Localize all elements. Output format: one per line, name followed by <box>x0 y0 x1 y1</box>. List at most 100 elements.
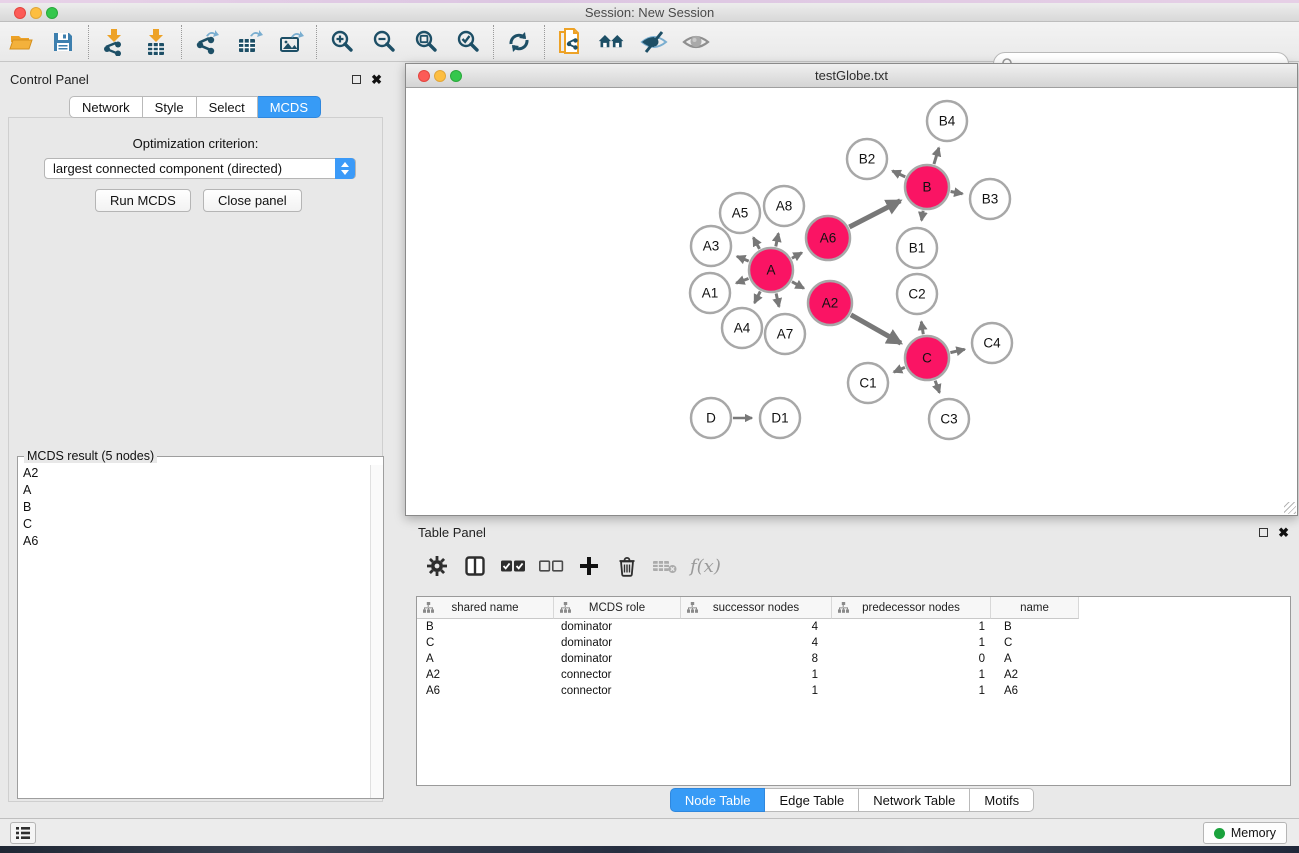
node-D1[interactable]: D1 <box>760 398 800 438</box>
zoom-out-icon[interactable] <box>369 27 399 57</box>
node-A8[interactable]: A8 <box>764 186 804 226</box>
edge-A-A6[interactable] <box>792 253 802 259</box>
export-table-icon[interactable] <box>234 27 264 57</box>
edge-A2-C[interactable] <box>851 315 901 343</box>
node-A5[interactable]: A5 <box>720 193 760 233</box>
export-network-icon[interactable] <box>192 27 222 57</box>
edge-C-C1[interactable] <box>894 367 905 372</box>
node-A6[interactable]: A6 <box>806 216 850 260</box>
close-panel-button[interactable]: Close panel <box>203 189 302 212</box>
tab-mcds[interactable]: MCDS <box>258 96 321 118</box>
edge-A-A1[interactable] <box>736 278 748 283</box>
edge-A-A3[interactable] <box>737 256 749 261</box>
zoom-selected-icon[interactable] <box>453 27 483 57</box>
node-A4[interactable]: A4 <box>722 308 762 348</box>
save-session-icon[interactable] <box>48 27 78 57</box>
result-item[interactable]: C <box>18 516 370 533</box>
node-B3[interactable]: B3 <box>970 179 1010 219</box>
column-header-name[interactable]: name <box>991 597 1079 619</box>
node-C1[interactable]: C1 <box>848 363 888 403</box>
import-table-icon[interactable] <box>141 27 171 57</box>
result-scrollbar[interactable] <box>370 465 383 798</box>
close-window-button[interactable] <box>14 7 26 19</box>
node-A2[interactable]: A2 <box>808 281 852 325</box>
select-all-columns-icon[interactable] <box>498 551 528 581</box>
node-A3[interactable]: A3 <box>691 226 731 266</box>
node-B2[interactable]: B2 <box>847 139 887 179</box>
node-C[interactable]: C <box>905 336 949 380</box>
open-session-icon[interactable] <box>6 27 36 57</box>
tab-motifs[interactable]: Motifs <box>970 788 1034 812</box>
edge-A-A5[interactable] <box>753 238 759 249</box>
column-header-predecessor-nodes[interactable]: predecessor nodes <box>832 597 991 619</box>
node-B1[interactable]: B1 <box>897 228 937 268</box>
edge-C-C4[interactable] <box>950 349 964 352</box>
birdseye-view-icon[interactable] <box>681 27 711 57</box>
tab-select[interactable]: Select <box>197 96 258 118</box>
table-row[interactable]: Cdominator41C <box>417 635 1290 651</box>
node-B[interactable]: B <box>905 165 949 209</box>
apply-layout-icon[interactable] <box>504 27 534 57</box>
tab-node-table[interactable]: Node Table <box>670 788 766 812</box>
edge-A-A4[interactable] <box>755 291 761 302</box>
import-network-icon[interactable] <box>99 27 129 57</box>
memory-button[interactable]: Memory <box>1203 822 1287 844</box>
network-home-icon[interactable] <box>597 27 627 57</box>
edge-A-A8[interactable] <box>776 233 779 246</box>
result-item[interactable]: B <box>18 499 370 516</box>
table-row[interactable]: A2connector11A2 <box>417 667 1290 683</box>
edge-B-B4[interactable] <box>934 148 939 164</box>
run-mcds-button[interactable]: Run MCDS <box>95 189 191 212</box>
close-network-button[interactable] <box>418 70 430 82</box>
zoom-window-button[interactable] <box>46 7 58 19</box>
edge-B-B2[interactable] <box>892 171 905 177</box>
node-D[interactable]: D <box>691 398 731 438</box>
table-row[interactable]: A6connector11A6 <box>417 683 1290 699</box>
node-A[interactable]: A <box>749 248 793 292</box>
unselect-all-columns-icon[interactable] <box>536 551 566 581</box>
node-B4[interactable]: B4 <box>927 101 967 141</box>
edge-A-A7[interactable] <box>776 293 779 306</box>
zoom-fit-icon[interactable] <box>411 27 441 57</box>
minimize-network-button[interactable] <box>434 70 446 82</box>
float-panel-icon[interactable] <box>352 75 361 84</box>
result-item[interactable]: A <box>18 482 370 499</box>
node-A1[interactable]: A1 <box>690 273 730 313</box>
create-column-icon[interactable] <box>574 551 604 581</box>
edge-B-B3[interactable] <box>951 191 963 193</box>
network-window-titlebar[interactable]: testGlobe.txt <box>406 64 1297 88</box>
edge-A-A2[interactable] <box>792 282 804 289</box>
edge-C-C2[interactable] <box>921 322 923 335</box>
column-header-shared-name[interactable]: shared name <box>417 597 554 619</box>
hide-graphics-details-icon[interactable] <box>639 27 669 57</box>
node-A7[interactable]: A7 <box>765 314 805 354</box>
task-history-button[interactable] <box>10 822 36 844</box>
column-header-MCDS-role[interactable]: MCDS role <box>554 597 681 619</box>
result-item[interactable]: A6 <box>18 533 370 550</box>
table-row[interactable]: Bdominator41B <box>417 619 1290 635</box>
edge-C-C3[interactable] <box>935 381 939 393</box>
network-canvas[interactable]: A5A8 A3 A6 A1 A A4A7A2 B2 B4 B B3 B1 C2 C C4 C1 C3 D D1 <box>406 89 1297 515</box>
node-C3[interactable]: C3 <box>929 399 969 439</box>
node-C4[interactable]: C4 <box>972 323 1012 363</box>
tab-edge-table[interactable]: Edge Table <box>765 788 859 812</box>
minimize-window-button[interactable] <box>30 7 42 19</box>
edge-B-B1[interactable] <box>922 211 924 221</box>
criterion-dropdown[interactable]: largest connected component (directed) <box>44 158 356 179</box>
delete-columns-icon[interactable] <box>612 551 642 581</box>
zoom-network-button[interactable] <box>450 70 462 82</box>
tab-style[interactable]: Style <box>143 96 197 118</box>
column-settings-gear-icon[interactable] <box>422 551 452 581</box>
show-column-icon[interactable] <box>460 551 490 581</box>
column-header-successor-nodes[interactable]: successor nodes <box>681 597 832 619</box>
tab-network-table[interactable]: Network Table <box>859 788 970 812</box>
edge-A6-B[interactable] <box>849 201 900 227</box>
close-panel-icon[interactable]: ✖ <box>371 75 382 85</box>
float-table-panel-icon[interactable] <box>1259 528 1268 537</box>
node-C2[interactable]: C2 <box>897 274 937 314</box>
clone-network-icon[interactable] <box>555 27 585 57</box>
result-item[interactable]: A2 <box>18 465 370 482</box>
mcds-result-list[interactable]: A2ABCA6 <box>18 465 370 798</box>
table-row[interactable]: Adominator80A <box>417 651 1290 667</box>
export-image-icon[interactable] <box>276 27 306 57</box>
